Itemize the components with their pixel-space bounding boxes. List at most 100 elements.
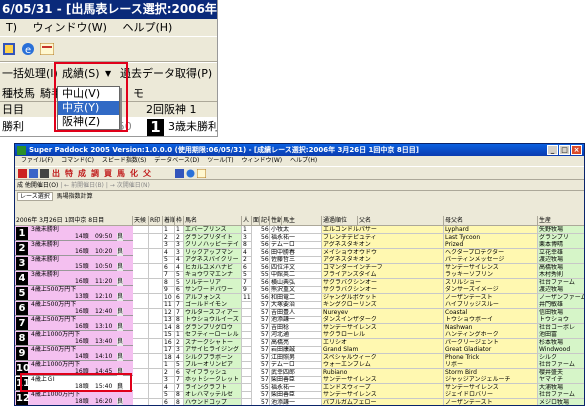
menu-speed-index[interactable]: スピード指数(S) bbox=[99, 157, 150, 164]
race-item[interactable]: 3 3歳未勝利 15頭 10:50 良 bbox=[15, 256, 133, 271]
race-item[interactable]: 8 4歳上1000万円下 16頭 13:40 良 bbox=[15, 331, 133, 346]
race-heads: 14頭 bbox=[75, 353, 89, 360]
horse-name-cell: ハウンドコップ bbox=[184, 398, 242, 405]
race-time: 09:50 bbox=[95, 233, 113, 240]
race-item[interactable]: 12 4歳上1000万円下 18頭 16:20 良 bbox=[15, 391, 133, 405]
zoom-menu-bar: T) ウィンドウ(W) ヘルプ(H) bbox=[0, 19, 217, 36]
flag-icon[interactable] bbox=[197, 169, 206, 178]
race-number-badge: 5 bbox=[16, 287, 28, 300]
race-number-badge: 9 bbox=[16, 347, 28, 360]
maximize-button[interactable]: □ bbox=[559, 145, 570, 155]
close-button[interactable]: × bbox=[571, 145, 582, 155]
ie-icon[interactable] bbox=[186, 169, 195, 178]
col-header-passing: 通過順位 bbox=[322, 216, 358, 226]
flag-icon[interactable] bbox=[40, 43, 54, 55]
race-number-badge: 2 bbox=[16, 242, 28, 255]
zoom-menu-tools[interactable]: T) bbox=[0, 19, 23, 36]
col-header-finish: 着順 bbox=[163, 216, 175, 226]
col-header-owner: 馬主 bbox=[282, 216, 322, 226]
race-name: 4歳上500万円下 bbox=[31, 316, 77, 323]
window-title: Super Paddock 2005 Version:1.0.0.0 (使用期限… bbox=[29, 146, 419, 154]
race-heads: 16頭 bbox=[75, 338, 89, 345]
tab-bar: レース選択 馬場指数計算 bbox=[15, 191, 584, 202]
race-item[interactable]: 6 4歳上500万円下 16頭 12:40 良 bbox=[15, 301, 133, 316]
race-item[interactable]: 5 4歳上500万円下 13頭 12:10 良 bbox=[15, 286, 133, 301]
weather-cell bbox=[133, 398, 149, 405]
race-heads: 16頭 bbox=[75, 278, 89, 285]
prev-date-button[interactable]: | ← 前開催日(B) bbox=[60, 182, 104, 189]
pop-cell bbox=[242, 398, 252, 405]
race-time: 14:10 bbox=[95, 353, 113, 360]
race-item[interactable]: 4 3歳未勝利 16頭 11:20 良 bbox=[15, 271, 133, 286]
race-track: 良 bbox=[117, 278, 124, 286]
race-track: 良 bbox=[117, 248, 124, 256]
book-icon[interactable] bbox=[2, 41, 16, 57]
race-name: 3歳未勝利 bbox=[31, 271, 59, 278]
tab-race-select[interactable]: レース選択 bbox=[17, 192, 53, 201]
finish-cell: 6 bbox=[163, 398, 175, 405]
race-item[interactable]: 7 4歳上500万円下 16頭 13:10 良 bbox=[15, 316, 133, 331]
rmark-cell bbox=[149, 398, 163, 405]
toolbar-char-buttons[interactable]: 出特成調買馬化父 bbox=[52, 168, 156, 179]
zoom-tab-mo[interactable]: モ bbox=[133, 85, 144, 102]
race-item[interactable]: 2 3歳未勝利 16頭 10:20 良 bbox=[15, 241, 133, 256]
zoom-tab-sire[interactable]: 種枝馬 bbox=[2, 85, 35, 102]
race-name: 4歳上500万円下 bbox=[31, 301, 77, 308]
zoom-toolbar: e bbox=[0, 36, 217, 62]
col-header-face: 面 bbox=[252, 216, 260, 226]
race-time: 16:20 bbox=[95, 398, 113, 405]
main-toolbar: 出特成調買馬化父 bbox=[15, 166, 584, 180]
list-icon[interactable] bbox=[40, 169, 49, 178]
menu-tools[interactable]: ツール(T) bbox=[204, 157, 236, 164]
other-date-button[interactable]: 成 他開催日(O) bbox=[17, 182, 58, 189]
col-header-horse: 馬名 bbox=[184, 216, 242, 226]
highlight-box-dropdown bbox=[54, 62, 128, 132]
zoom-menu-window[interactable]: ウィンドウ(W) bbox=[27, 19, 113, 36]
menu-help[interactable]: ヘルプ(H) bbox=[287, 157, 320, 164]
race-number-badge: 12 bbox=[16, 392, 30, 405]
race-item[interactable]: 1 3歳未勝利 14頭 09:50 良 bbox=[15, 226, 133, 241]
minimize-button[interactable]: _ bbox=[547, 145, 558, 155]
zoom-menu-help[interactable]: ヘルプ(H) bbox=[116, 19, 178, 36]
col-header-sire: 父名 bbox=[358, 216, 444, 226]
app-icon bbox=[17, 146, 26, 155]
col-header-frame: 枠 bbox=[175, 216, 184, 226]
race-name: 4歳上500万円下 bbox=[31, 346, 77, 353]
stop-icon[interactable] bbox=[18, 169, 27, 178]
race-time: 12:40 bbox=[95, 308, 113, 315]
race-name: 4歳上500万円下 bbox=[31, 286, 77, 293]
fetch-past-data-button[interactable]: 過去データ取得(P) bbox=[120, 63, 212, 85]
race-track: 良 bbox=[117, 293, 124, 301]
race-name: 4歳上1000万円下 bbox=[31, 361, 81, 368]
col-header-pop: 人 bbox=[242, 216, 252, 226]
col-header-damsire: 母父名 bbox=[444, 216, 538, 226]
race-name: 4歳上1000万円下 bbox=[31, 391, 81, 398]
race-track: 良 bbox=[117, 353, 124, 361]
race-time: 10:20 bbox=[95, 248, 113, 255]
zoom-race-name-right: 3歳未勝利 bbox=[168, 120, 218, 133]
menu-file[interactable]: ファイル(F) bbox=[18, 157, 56, 164]
next-date-button[interactable]: | → 次開催日(N) bbox=[106, 182, 150, 189]
menu-bar: ファイル(F) コマンド(C) スピード指数(S) データベース(D) ツール(… bbox=[15, 156, 584, 166]
book-icon[interactable] bbox=[175, 169, 184, 178]
race-time: 10:50 bbox=[95, 263, 113, 270]
zoom-race-name: 勝利 bbox=[2, 120, 24, 133]
race-heads: 13頭 bbox=[75, 293, 89, 300]
grid-icon[interactable] bbox=[29, 169, 38, 178]
race-heads: 18頭 bbox=[75, 398, 89, 405]
date-nav-bar: 成 他開催日(O) | ← 前開催日(B) | → 次開催日(N) bbox=[15, 180, 584, 191]
race-track: 良 bbox=[117, 308, 124, 316]
ie-icon[interactable]: e bbox=[20, 41, 36, 57]
menu-database[interactable]: データベース(D) bbox=[151, 157, 202, 164]
menu-window[interactable]: ウィンドウ(W) bbox=[239, 157, 286, 164]
sire-cell: パブルガムフェロー bbox=[322, 398, 444, 405]
main-window: Super Paddock 2005 Version:1.0.0.0 (使用期限… bbox=[14, 143, 585, 406]
batch-process-button[interactable]: 一括処理(I) bbox=[2, 63, 58, 85]
race-number-badge: 3 bbox=[16, 257, 28, 270]
menu-command[interactable]: コマンド(C) bbox=[58, 157, 97, 164]
race-time: 11:20 bbox=[95, 278, 113, 285]
weight-cell: 57 bbox=[261, 398, 270, 406]
race-item[interactable]: 9 4歳上500万円下 14頭 14:10 良 bbox=[15, 346, 133, 361]
tab-track-index[interactable]: 馬場指数計算 bbox=[55, 193, 95, 200]
damsire-cell: ノーザンテースト bbox=[444, 398, 538, 405]
